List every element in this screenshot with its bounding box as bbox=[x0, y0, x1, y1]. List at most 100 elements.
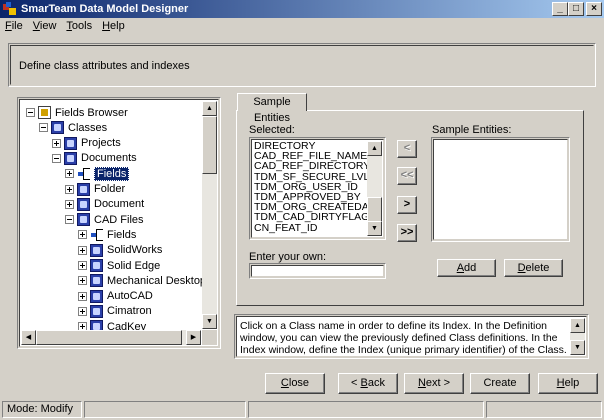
move-left-button[interactable]: < bbox=[397, 140, 417, 158]
close-window-button[interactable]: × bbox=[586, 2, 602, 16]
tree-item-label: Classes bbox=[68, 121, 108, 134]
enter-own-input[interactable] bbox=[249, 263, 386, 279]
delete-button[interactable]: Delete bbox=[504, 259, 563, 277]
info-text-area: Click on a Class name in order to define… bbox=[234, 314, 589, 359]
sample-entities-listbox[interactable] bbox=[431, 137, 570, 242]
class-icon bbox=[90, 304, 103, 318]
fields-icon bbox=[90, 228, 103, 242]
expand-icon[interactable] bbox=[65, 184, 74, 194]
tree-item[interactable]: Classes bbox=[39, 120, 107, 135]
scroll-thumb[interactable] bbox=[36, 330, 182, 345]
add-button[interactable]: Add bbox=[437, 259, 496, 277]
browser-icon bbox=[38, 106, 51, 119]
fields-tree[interactable]: Fields Browser Classes Projects Documents Fi… bbox=[17, 97, 221, 349]
expand-icon[interactable] bbox=[78, 230, 87, 240]
status-bar: Mode: Modify bbox=[2, 401, 602, 418]
expand-icon[interactable] bbox=[78, 276, 87, 286]
tree-item[interactable]: CAD Files bbox=[65, 212, 144, 227]
tree-vertical-scrollbar[interactable]: ▲ ▼ bbox=[202, 101, 217, 329]
title-bar: SmarTeam Data Model Designer bbox=[0, 0, 604, 18]
class-icon bbox=[64, 136, 77, 150]
tree-item-label: AutoCAD bbox=[107, 290, 153, 303]
expand-icon[interactable] bbox=[52, 138, 61, 148]
class-icon bbox=[64, 151, 77, 165]
expand-icon[interactable] bbox=[78, 245, 87, 255]
close-button[interactable]: Close bbox=[265, 373, 325, 394]
tree-horizontal-scrollbar[interactable]: ◀ ▶ bbox=[21, 330, 201, 345]
info-text: Click on a Class name in order to define… bbox=[240, 320, 567, 356]
tree-item[interactable]: Projects bbox=[52, 136, 121, 151]
scroll-up-icon[interactable]: ▲ bbox=[367, 141, 382, 156]
tree-item[interactable]: Cimatron bbox=[78, 304, 152, 319]
expand-icon[interactable] bbox=[78, 306, 87, 316]
selected-listbox[interactable]: DIRECTORY CAD_REF_FILE_NAME CAD_REF_DIRECT… bbox=[249, 137, 386, 240]
class-icon bbox=[51, 121, 64, 135]
expand-icon[interactable] bbox=[78, 291, 87, 301]
scroll-right-icon[interactable]: ▶ bbox=[186, 330, 201, 345]
tree-item-label: CAD Files bbox=[94, 213, 144, 226]
menu-view[interactable]: View bbox=[28, 19, 62, 33]
help-button[interactable]: Help bbox=[538, 373, 598, 394]
menu-help[interactable]: Help bbox=[97, 19, 130, 33]
class-icon bbox=[90, 243, 103, 257]
back-button[interactable]: < Back bbox=[338, 373, 398, 394]
tab-sample-entities[interactable]: Sample Entities bbox=[237, 93, 307, 124]
tree-item[interactable]: Folder bbox=[65, 182, 125, 197]
collapse-icon[interactable] bbox=[52, 153, 61, 163]
tree-item[interactable]: Documents bbox=[52, 151, 137, 166]
tree-item-label: Fields bbox=[107, 228, 137, 241]
next-button[interactable]: Next > bbox=[404, 373, 464, 394]
scroll-down-icon[interactable]: ▼ bbox=[367, 221, 382, 236]
tree-item-label: Cimatron bbox=[107, 305, 152, 318]
scroll-left-icon[interactable]: ◀ bbox=[21, 330, 36, 345]
tree-item[interactable]: Fields bbox=[78, 227, 136, 242]
expand-icon[interactable] bbox=[65, 199, 74, 209]
menu-bar: File View Tools Help bbox=[0, 19, 130, 33]
collapse-icon[interactable] bbox=[65, 215, 74, 225]
list-item[interactable]: CN_FEAT_ID bbox=[254, 222, 317, 234]
class-icon bbox=[90, 289, 103, 303]
tree-item[interactable]: Mechanical Desktop bbox=[78, 273, 206, 288]
menu-tools[interactable]: Tools bbox=[61, 19, 97, 33]
scroll-down-icon[interactable]: ▼ bbox=[570, 340, 585, 355]
tree-item[interactable]: Document bbox=[65, 197, 144, 212]
status-pane-2 bbox=[84, 401, 246, 418]
class-icon bbox=[90, 274, 103, 288]
enter-own-label: Enter your own: bbox=[249, 251, 327, 263]
tree-item[interactable]: Solid Edge bbox=[78, 258, 160, 273]
scroll-down-icon[interactable]: ▼ bbox=[202, 314, 217, 329]
tree-item[interactable]: Fields Browser bbox=[26, 105, 128, 120]
scroll-thumb[interactable] bbox=[202, 116, 217, 174]
window-title: SmarTeam Data Model Designer bbox=[21, 3, 189, 15]
collapse-icon[interactable] bbox=[39, 123, 48, 133]
expand-icon[interactable] bbox=[65, 169, 74, 179]
move-all-right-button[interactable]: >> bbox=[397, 224, 417, 242]
tree-item-label: Documents bbox=[81, 152, 137, 165]
scroll-up-icon[interactable]: ▲ bbox=[202, 101, 217, 116]
tree-item-label: Fields bbox=[94, 166, 130, 181]
scroll-up-icon[interactable]: ▲ bbox=[570, 318, 585, 333]
move-right-button[interactable]: > bbox=[397, 196, 417, 214]
info-scrollbar[interactable]: ▲ ▼ bbox=[570, 318, 585, 355]
tree-item[interactable]: SolidWorks bbox=[78, 243, 162, 258]
create-button[interactable]: Create bbox=[470, 373, 530, 394]
sample-entities-label: Sample Entities: bbox=[432, 124, 512, 136]
tree-item-label: Mechanical Desktop bbox=[107, 274, 207, 287]
sample-entities-panel: Selected: DIRECTORY CAD_REF_FILE_NAME CAD_… bbox=[236, 110, 584, 306]
collapse-icon[interactable] bbox=[26, 108, 35, 117]
minimize-button[interactable]: _ bbox=[552, 2, 568, 16]
tree-item-label: Fields Browser bbox=[55, 106, 128, 119]
status-pane-3 bbox=[248, 401, 484, 418]
class-icon bbox=[77, 182, 90, 196]
scroll-corner bbox=[202, 330, 217, 345]
tree-item[interactable]: AutoCAD bbox=[78, 289, 153, 304]
class-icon bbox=[77, 213, 90, 227]
expand-icon[interactable] bbox=[78, 261, 87, 270]
move-all-left-button[interactable]: << bbox=[397, 167, 417, 185]
tree-item[interactable]: Fields bbox=[65, 166, 130, 181]
menu-file[interactable]: File bbox=[0, 19, 28, 33]
tree-item-label: Projects bbox=[81, 137, 121, 150]
banner-text: Define class attributes and indexes bbox=[19, 60, 190, 72]
maximize-button[interactable]: □ bbox=[568, 2, 584, 16]
listbox-scrollbar[interactable]: ▲ ▼ bbox=[367, 141, 382, 236]
